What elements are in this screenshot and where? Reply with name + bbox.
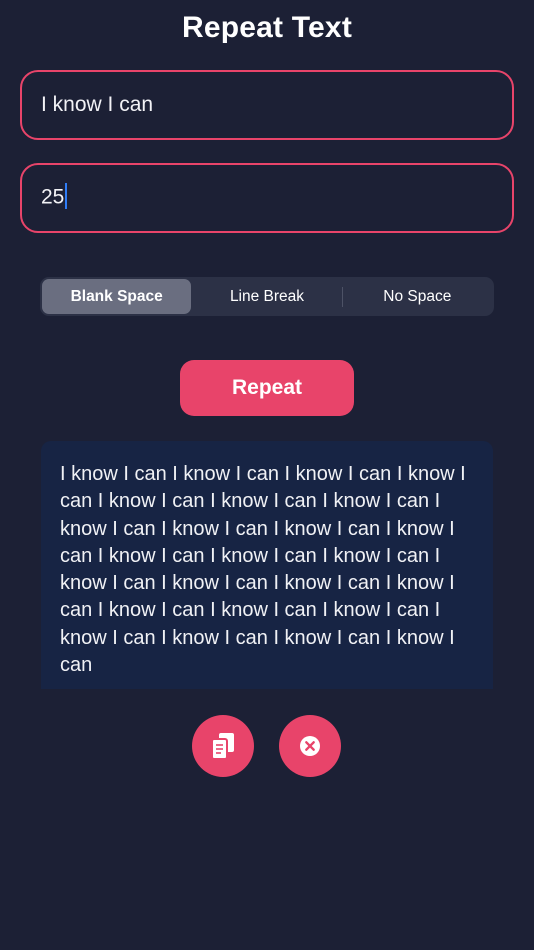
segment-label: No Space — [383, 287, 452, 305]
segment-label: Blank Space — [70, 287, 163, 305]
output-text: I know I can I know I can I know I can I… — [60, 463, 466, 677]
separator-segmented-control: Blank Space Line Break No Space — [40, 277, 494, 316]
segment-line-break[interactable]: Line Break — [192, 279, 341, 314]
repeat-button-label: Repeat — [231, 376, 303, 399]
segment-blank-space[interactable]: Blank Space — [42, 279, 192, 314]
segment-label: Line Break — [229, 287, 305, 305]
repeat-button[interactable]: Repeat — [180, 360, 354, 416]
page-title: Repeat Text — [181, 11, 353, 44]
repeat-count-value: 25 — [41, 183, 68, 211]
copy-icon — [210, 732, 236, 760]
text-input-value: I know I can — [41, 93, 154, 116]
clear-x-circle-icon — [299, 735, 321, 757]
clear-button[interactable] — [279, 715, 341, 777]
text-input[interactable]: I know I can — [20, 70, 514, 140]
repeat-count-input[interactable]: 25 — [20, 163, 514, 233]
output-text-area[interactable]: I know I can I know I can I know I can I… — [41, 441, 493, 689]
copy-button[interactable] — [192, 715, 254, 777]
segment-no-space[interactable]: No Space — [343, 279, 492, 314]
text-cursor — [65, 183, 68, 209]
